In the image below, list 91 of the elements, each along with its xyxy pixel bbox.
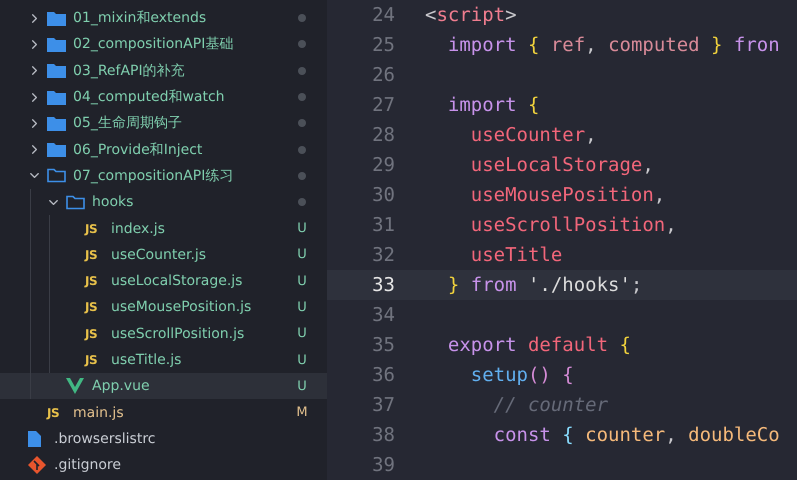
js-file-icon: JS bbox=[85, 222, 98, 236]
file-tree-item[interactable]: JS main.js M bbox=[0, 399, 327, 426]
file-name: 03_RefAPI的补充 bbox=[73, 62, 185, 80]
code-line: import { ref, computed } fron bbox=[446, 34, 780, 56]
js-file-icon: JS bbox=[85, 353, 98, 367]
file-tree-item[interactable]: JS useTitle.js U bbox=[0, 346, 327, 374]
file-name: useLocalStorage.js bbox=[111, 273, 242, 290]
folder-outline-icon bbox=[47, 168, 66, 184]
git-status-label: U bbox=[296, 247, 308, 262]
file-name: 05_生命周期钩子 bbox=[73, 114, 182, 132]
git-status-label: U bbox=[296, 221, 308, 236]
file-tree-item[interactable]: 07_compositionAPI练习 bbox=[0, 162, 327, 190]
folder-icon bbox=[47, 10, 66, 26]
js-file-icon: JS bbox=[85, 274, 98, 288]
vue-logo-icon bbox=[66, 378, 84, 394]
file-name: 02_compositionAPI基础 bbox=[73, 35, 234, 54]
folder-icon bbox=[47, 36, 66, 52]
file-name: 06_Provide和Inject bbox=[73, 140, 202, 159]
code-line: const { counter, doubleCo bbox=[492, 424, 780, 446]
file-name: .gitignore bbox=[54, 457, 121, 474]
code-line: useTitle bbox=[470, 244, 562, 266]
line-number: 30 bbox=[371, 184, 395, 206]
file-tree-item[interactable]: .browserslistrc bbox=[0, 426, 327, 452]
file-name: index.js bbox=[111, 220, 165, 237]
code-line: <script> bbox=[424, 4, 517, 26]
line-number: 33 bbox=[371, 274, 395, 296]
line-number: 36 bbox=[371, 364, 395, 386]
file-name: useTitle.js bbox=[111, 352, 182, 368]
line-number: 38 bbox=[371, 424, 395, 446]
file-name: main.js bbox=[73, 404, 124, 421]
file-tree-item[interactable]: JS useMousePosition.js U bbox=[0, 294, 327, 321]
code-line: } from './hooks'; bbox=[446, 274, 642, 296]
file-name: 04_computed和watch bbox=[73, 88, 225, 106]
git-status-label: U bbox=[296, 378, 308, 394]
code-line: useLocalStorage, bbox=[470, 154, 654, 176]
git-status-label: U bbox=[296, 326, 308, 342]
line-number: 25 bbox=[371, 34, 395, 56]
git-status-label: U bbox=[296, 274, 308, 289]
file-tree-item[interactable]: JS useScrollPosition.js U bbox=[0, 320, 327, 347]
line-number: 39 bbox=[371, 454, 395, 476]
document-icon bbox=[28, 430, 41, 447]
line-number: 31 bbox=[371, 214, 395, 236]
file-tree-item[interactable]: hooks bbox=[0, 189, 327, 216]
file-name: useScrollPosition.js bbox=[111, 326, 244, 342]
line-number: 28 bbox=[371, 124, 395, 146]
file-name: useMousePosition.js bbox=[111, 299, 252, 316]
line-number: 34 bbox=[371, 304, 395, 326]
git-status-label: U bbox=[296, 300, 308, 315]
file-name: 01_mixin和extends bbox=[73, 9, 206, 28]
line-number: 24 bbox=[371, 4, 395, 26]
code-line: export default { bbox=[446, 334, 631, 356]
js-file-icon: JS bbox=[47, 406, 60, 420]
js-file-icon: JS bbox=[85, 300, 98, 314]
code-line: setup() { bbox=[470, 364, 574, 386]
code-line: useScrollPosition, bbox=[470, 214, 677, 236]
js-file-icon: JS bbox=[85, 248, 98, 262]
line-number: 26 bbox=[371, 64, 395, 86]
code-line: useCounter, bbox=[470, 124, 597, 146]
file-name: useCounter.js bbox=[111, 246, 206, 263]
file-tree-item[interactable]: JS useCounter.js U bbox=[0, 242, 327, 268]
file-tree-item[interactable]: 01_mixin和extends bbox=[0, 5, 327, 32]
folder-icon bbox=[47, 116, 66, 131]
file-tree-item[interactable]: 05_生命周期钩子 bbox=[0, 110, 327, 136]
line-number: 27 bbox=[371, 94, 395, 116]
js-file-icon: JS bbox=[85, 326, 98, 341]
git-status-label: U bbox=[296, 352, 308, 368]
file-tree-item[interactable]: 02_compositionAPI基础 bbox=[0, 31, 327, 58]
file-tree-item[interactable]: 04_computed和watch bbox=[0, 84, 327, 110]
file-tree-item[interactable]: JS useLocalStorage.js U bbox=[0, 268, 327, 294]
line-number: 32 bbox=[371, 244, 395, 266]
git-icon bbox=[28, 456, 46, 474]
code-line: import { bbox=[446, 94, 540, 116]
line-number: 29 bbox=[371, 154, 395, 176]
code-line: useMousePosition, bbox=[470, 184, 666, 206]
file-tree-item[interactable]: App.vue U bbox=[0, 373, 327, 400]
file-name: 07_compositionAPI练习 bbox=[73, 166, 234, 185]
folder-icon bbox=[47, 142, 66, 158]
line-number: 35 bbox=[371, 334, 395, 356]
file-name: hooks bbox=[92, 194, 134, 210]
folder-outline-icon bbox=[66, 194, 85, 210]
folder-icon bbox=[47, 63, 66, 78]
code-line: // counter bbox=[492, 394, 608, 416]
file-tree-item[interactable]: 06_Provide和Inject bbox=[0, 136, 327, 163]
file-name: .browserslistrc bbox=[54, 430, 156, 447]
file-tree-item[interactable]: .gitignore bbox=[0, 452, 327, 478]
folder-icon bbox=[47, 90, 66, 105]
line-number: 37 bbox=[371, 394, 395, 416]
file-tree-item[interactable]: JS index.js U bbox=[0, 215, 327, 242]
file-tree-item[interactable]: 03_RefAPI的补充 bbox=[0, 58, 327, 84]
file-name: App.vue bbox=[92, 378, 150, 394]
git-status-label: M bbox=[295, 405, 309, 420]
